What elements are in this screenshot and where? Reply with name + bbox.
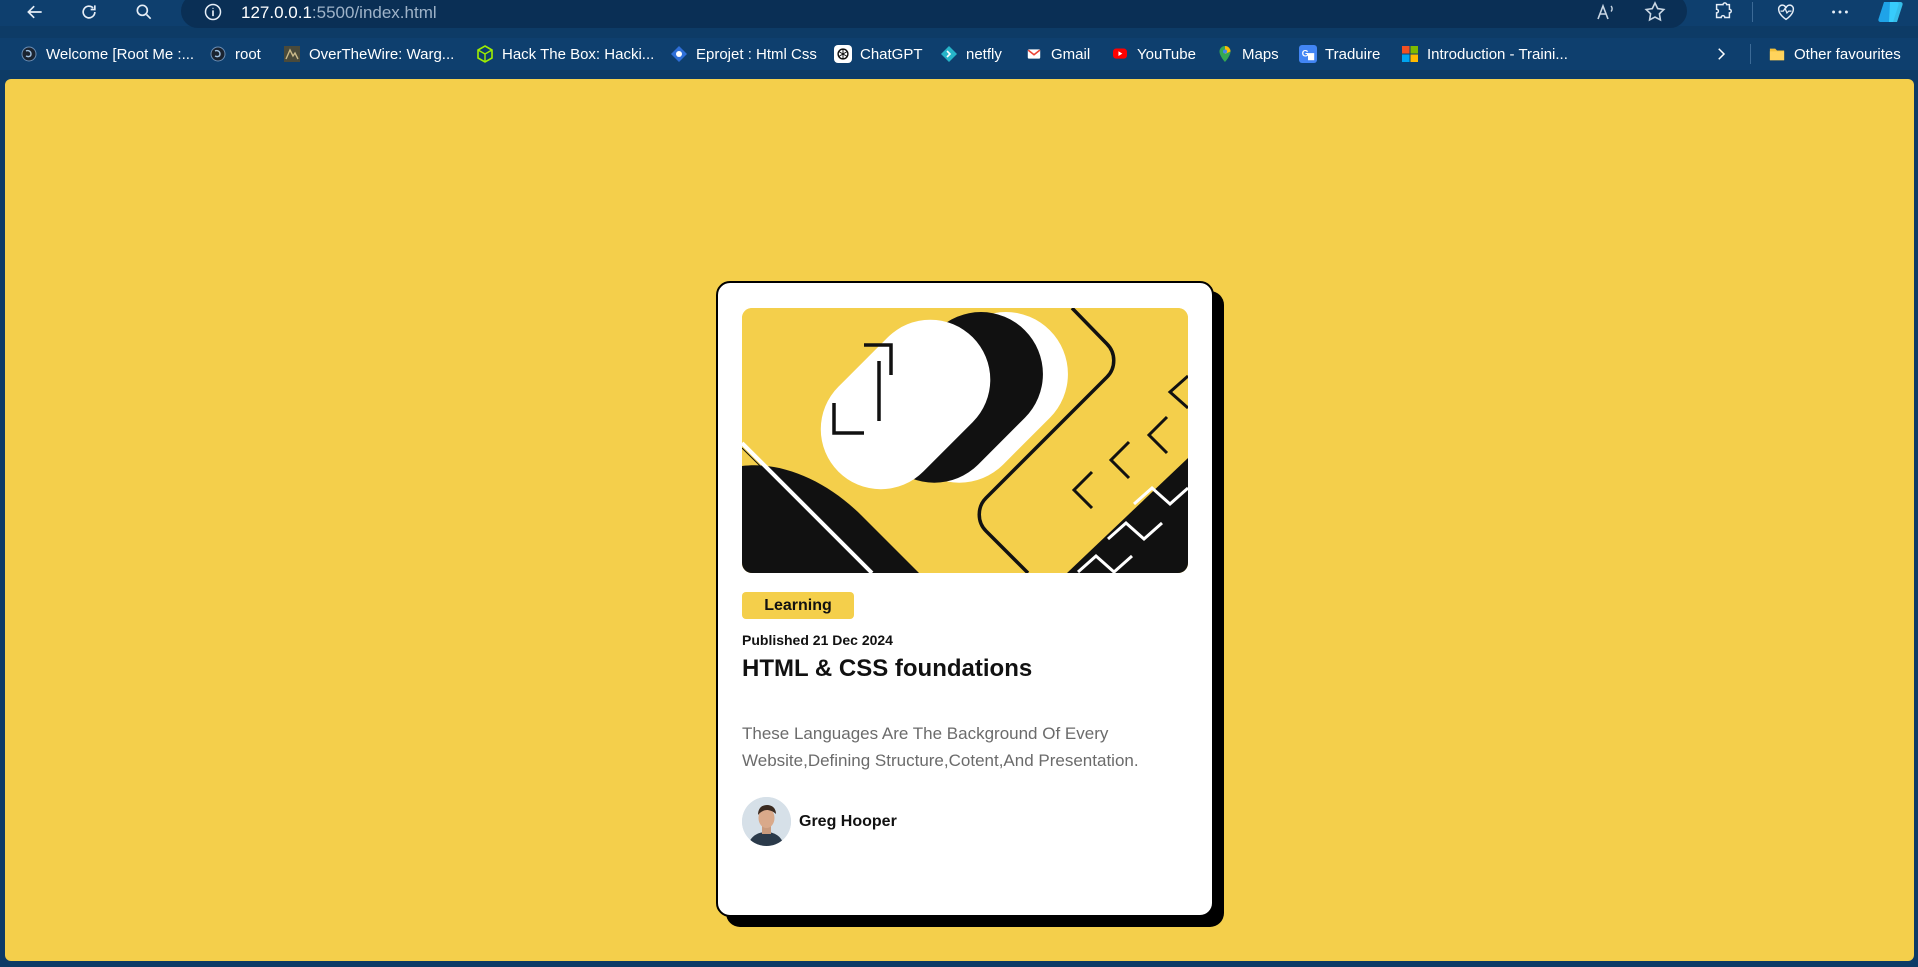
folder-icon: [1768, 45, 1786, 63]
author-name: Greg Hooper: [799, 812, 897, 830]
toolbar-divider: [1752, 2, 1753, 22]
other-favourites-label: Other favourites: [1794, 45, 1901, 63]
puzzle-icon: [1715, 2, 1732, 19]
abstract-illustration: [742, 308, 1188, 573]
bookmarks-overflow-button[interactable]: [1710, 38, 1732, 70]
chevron-right-icon: [1718, 48, 1726, 60]
card-illustration: [742, 308, 1188, 573]
card-title[interactable]: HTML & CSS foundations: [742, 655, 1032, 683]
gmail-icon: [1025, 45, 1043, 63]
refresh-button[interactable]: [74, 0, 104, 24]
url-host: 127.0.0.1: [241, 3, 312, 22]
rootme-icon: [209, 45, 227, 63]
bookmark-youtube[interactable]: YouTube: [1111, 38, 1196, 70]
ellipsis-icon: [1832, 10, 1848, 14]
bookmark-label: Maps: [1242, 45, 1279, 63]
more-options-button[interactable]: [1826, 0, 1854, 24]
bookmark-label: YouTube: [1137, 45, 1196, 63]
bookmark-label: root: [235, 45, 261, 63]
bookmark-label: OverTheWire: Warg...: [309, 45, 455, 63]
rootme-icon: [20, 45, 38, 63]
avatar: [742, 797, 791, 846]
url-path: :5500/index.html: [311, 3, 437, 22]
refresh-icon: [82, 5, 96, 19]
card-description: These Languages Are The Background Of Ev…: [742, 724, 1139, 770]
bookmark-gmail[interactable]: Gmail: [1025, 38, 1090, 70]
maps-icon: [1216, 45, 1234, 63]
blog-preview-card: Learning Published 21 Dec 2024 HTML & CS…: [716, 281, 1214, 917]
overthewire-icon: [283, 45, 301, 63]
search-button[interactable]: [129, 0, 159, 24]
url-text[interactable]: 127.0.0.1:5500/index.html: [241, 3, 437, 23]
copilot-icon[interactable]: [1876, 0, 1908, 24]
netlify-icon: [940, 45, 958, 63]
person-avatar-icon: [742, 797, 791, 846]
favorite-star-icon[interactable]: [1643, 0, 1667, 24]
svg-text:G: G: [1302, 49, 1309, 59]
bookmarks-divider: [1750, 44, 1751, 64]
bookmark-root[interactable]: root: [209, 38, 261, 70]
bookmark-label: netfly: [966, 45, 1002, 63]
bookmark-netlify[interactable]: netfly: [940, 38, 1002, 70]
bookmark-overthewire[interactable]: OverTheWire: Warg...: [283, 38, 454, 70]
search-icon: [136, 4, 152, 20]
browser-toolbar: 127.0.0.1:5500/index.html: [0, 0, 1918, 28]
read-aloud-icon[interactable]: [1593, 0, 1617, 24]
extensions-button[interactable]: [1709, 0, 1737, 24]
eprojet-icon: [670, 45, 688, 63]
back-button[interactable]: [20, 0, 50, 24]
bookmark-label: Gmail: [1051, 45, 1091, 63]
browser-essentials-button[interactable]: [1772, 0, 1800, 24]
bookmark-eprojet[interactable]: Eprojet : Html Css: [670, 38, 817, 70]
bookmark-label: Introduction - Traini...: [1427, 45, 1568, 63]
microsoft-icon: [1401, 45, 1419, 63]
author: Greg Hooper: [742, 797, 897, 846]
bookmark-chatgpt[interactable]: ChatGPT: [834, 38, 923, 70]
bookmark-label: Eprojet : Html Css: [696, 45, 817, 63]
youtube-icon: [1111, 45, 1129, 63]
published-date: Published 21 Dec 2024: [742, 632, 893, 648]
bookmark-maps[interactable]: Maps: [1216, 38, 1279, 70]
bookmark-rootme-welcome[interactable]: Welcome [Root Me :...: [20, 38, 194, 70]
site-info-icon[interactable]: [203, 2, 223, 22]
bookmark-translate[interactable]: G Traduire: [1299, 38, 1380, 70]
chatgpt-icon: [834, 45, 852, 63]
bookmark-label: Welcome [Root Me :...: [46, 45, 195, 63]
hackthebox-icon: [476, 45, 494, 63]
bookmark-label: Hack The Box: Hacki...: [502, 45, 655, 63]
bookmark-label: Traduire: [1325, 45, 1381, 63]
bookmark-hackthebox[interactable]: Hack The Box: Hacki...: [476, 38, 654, 70]
bookmark-ms-training[interactable]: Introduction - Traini...: [1401, 38, 1568, 70]
back-arrow-icon: [27, 5, 42, 19]
address-bar[interactable]: 127.0.0.1:5500/index.html: [181, 0, 1687, 28]
heart-pulse-icon: [1777, 4, 1795, 21]
other-favourites-folder[interactable]: Other favourites: [1768, 38, 1901, 70]
category-badge: Learning: [742, 592, 854, 619]
bookmark-label: ChatGPT: [860, 45, 923, 63]
translate-icon: G: [1299, 45, 1317, 63]
page-viewport: Learning Published 21 Dec 2024 HTML & CS…: [5, 79, 1914, 961]
